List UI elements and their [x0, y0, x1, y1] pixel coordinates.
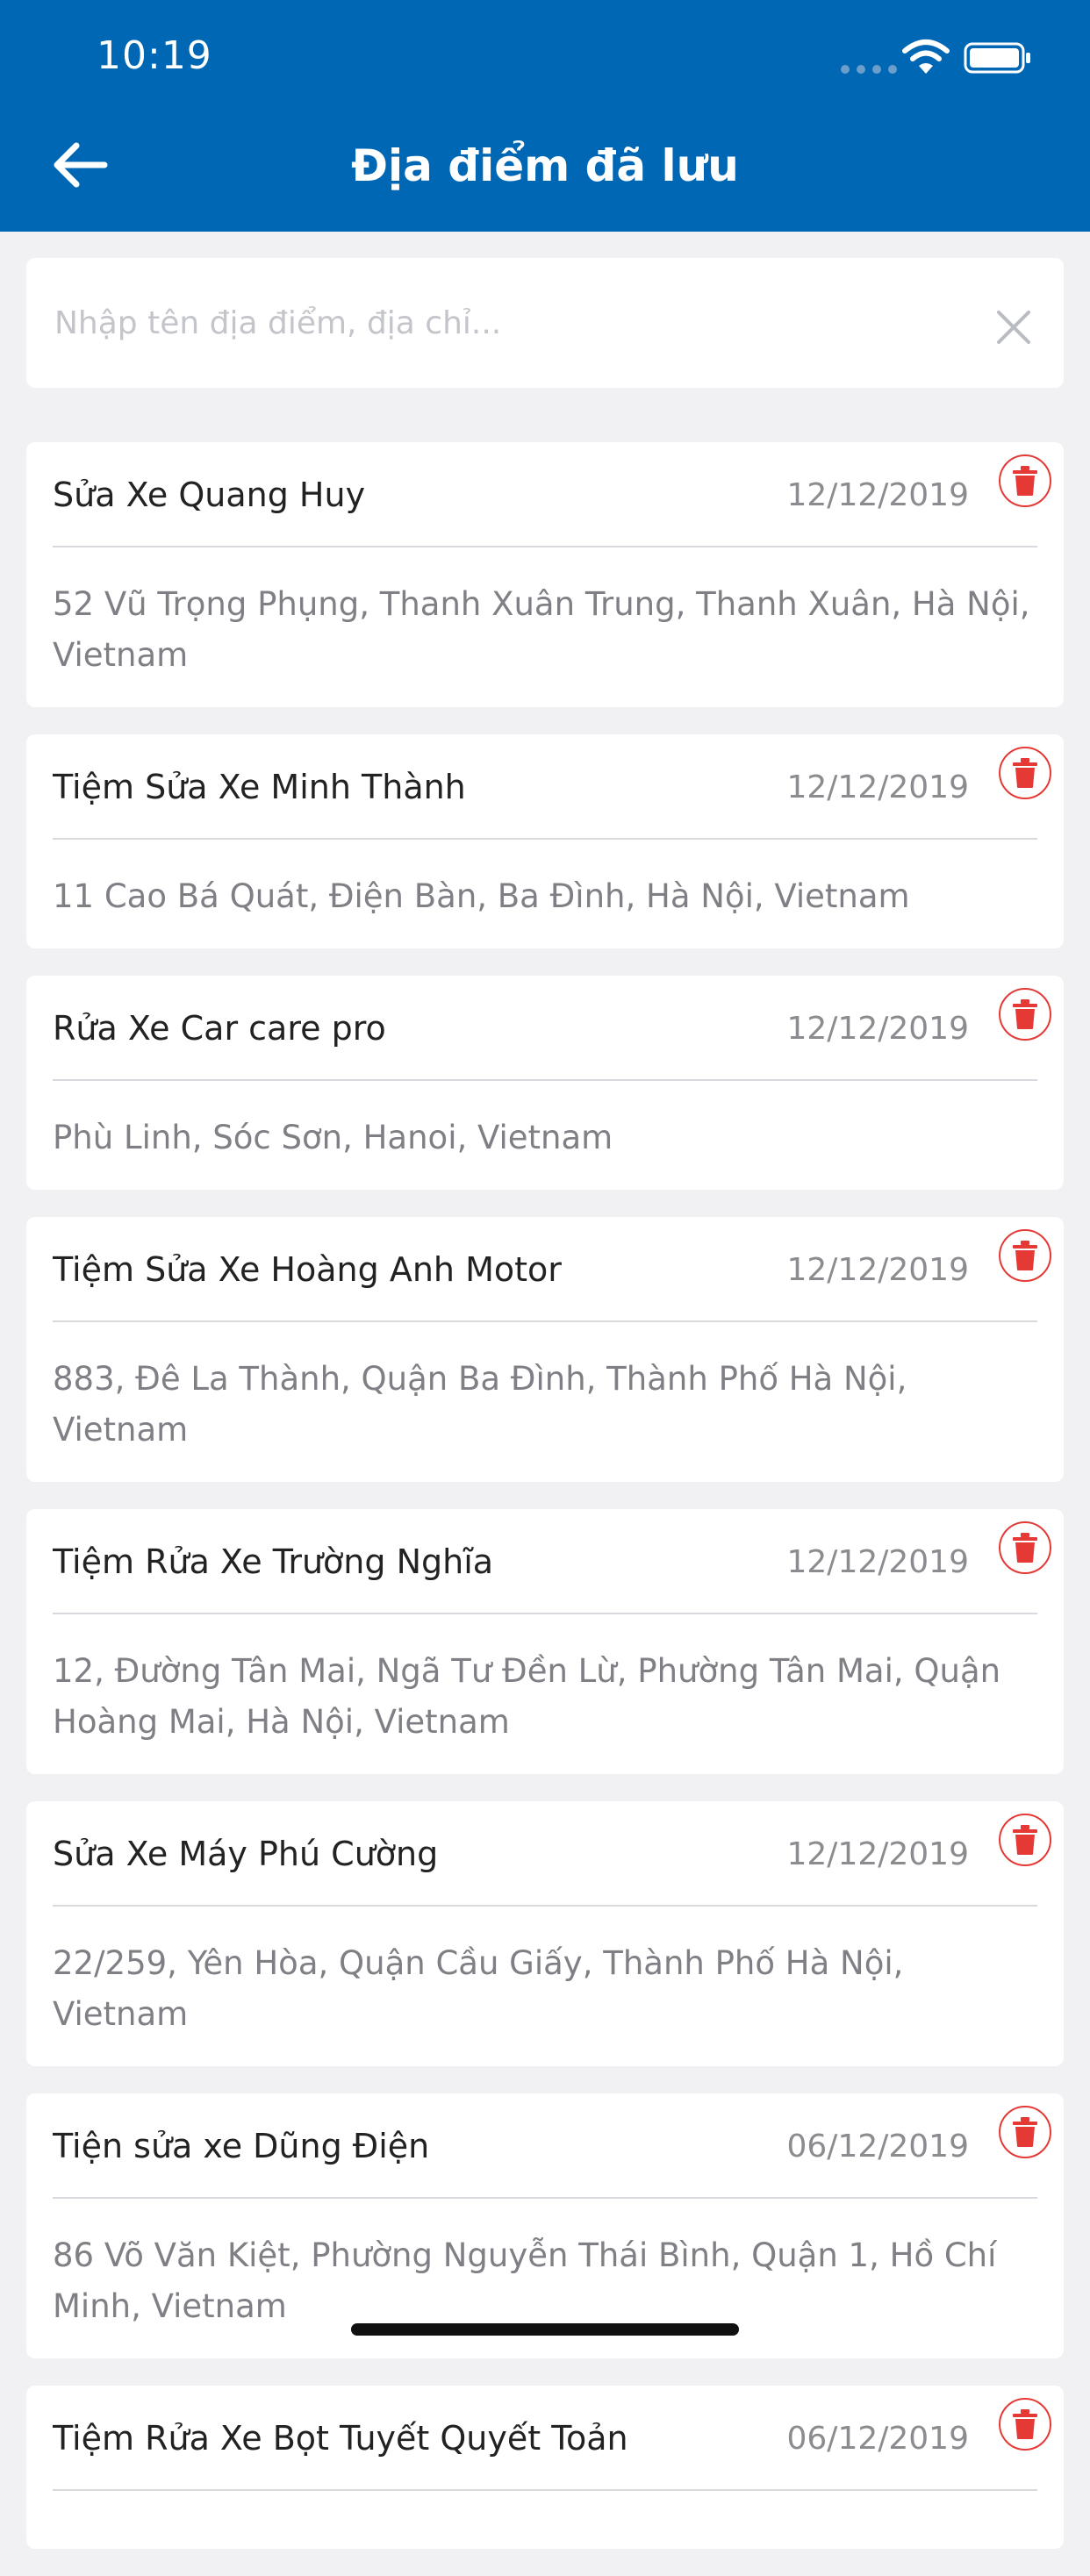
place-date: 12/12/2019	[786, 1011, 970, 1047]
place-address: 52 Vũ Trọng Phụng, Thanh Xuân Trung, Tha…	[53, 585, 1030, 674]
place-card[interactable]: Tiện sửa xe Dũng Điện 06/12/2019 86 Võ V…	[26, 2093, 1064, 2358]
place-address: 22/259, Yên Hòa, Quận Cầu Giấy, Thành Ph…	[53, 1944, 904, 2033]
place-date: 12/12/2019	[786, 769, 970, 805]
place-name: Tiệm Sửa Xe Minh Thành	[53, 768, 466, 806]
place-name: Tiện sửa xe Dũng Điện	[53, 2127, 430, 2165]
place-date: 12/12/2019	[786, 1836, 970, 1872]
place-date: 12/12/2019	[786, 1544, 970, 1580]
cellular-signal-icon	[841, 65, 897, 74]
delete-button[interactable]	[999, 1229, 1051, 1282]
place-address: 11 Cao Bá Quát, Điện Bàn, Ba Đình, Hà Nộ…	[53, 877, 910, 915]
trash-icon	[1013, 758, 1037, 788]
place-card[interactable]: Tiệm Sửa Xe Hoàng Anh Motor 12/12/2019 8…	[26, 1217, 1064, 1482]
search-box	[26, 258, 1064, 388]
place-address: 12, Đường Tân Mai, Ngã Tư Đền Lừ, Phường…	[53, 1652, 1001, 1741]
place-address	[26, 2491, 1064, 2549]
place-date: 06/12/2019	[786, 2421, 970, 2457]
place-date: 06/12/2019	[786, 2129, 970, 2165]
place-card[interactable]: Tiệm Rửa Xe Trường Nghĩa 12/12/2019 12, …	[26, 1509, 1064, 1774]
trash-icon	[1013, 466, 1037, 496]
place-name: Tiệm Sửa Xe Hoàng Anh Motor	[53, 1250, 562, 1289]
trash-icon	[1013, 1241, 1037, 1270]
trash-icon	[1013, 999, 1037, 1029]
place-name: Sửa Xe Quang Huy	[53, 476, 366, 514]
trash-icon	[1013, 1825, 1037, 1855]
trash-icon	[1013, 2409, 1037, 2439]
home-indicator	[351, 2323, 739, 2336]
clear-search-icon[interactable]	[993, 307, 1034, 347]
delete-button[interactable]	[999, 988, 1051, 1041]
delete-button[interactable]	[999, 1814, 1051, 1866]
page-title: Địa điểm đã lưu	[351, 140, 739, 191]
place-address: 883, Đê La Thành, Quận Ba Đình, Thành Ph…	[53, 1360, 907, 1449]
place-address: Phù Linh, Sóc Sơn, Hanoi, Vietnam	[53, 1119, 613, 1156]
battery-icon	[964, 42, 1030, 74]
place-card[interactable]: Tiệm Sửa Xe Minh Thành 12/12/2019 11 Cao…	[26, 734, 1064, 948]
saved-places-list: Sửa Xe Quang Huy 12/12/2019 52 Vũ Trọng …	[26, 442, 1064, 2576]
delete-button[interactable]	[999, 2106, 1051, 2158]
wifi-icon	[902, 39, 950, 74]
place-card[interactable]: Sửa Xe Quang Huy 12/12/2019 52 Vũ Trọng …	[26, 442, 1064, 707]
place-card[interactable]: Rửa Xe Car care pro 12/12/2019 Phù Linh,…	[26, 976, 1064, 1190]
place-name: Sửa Xe Máy Phú Cường	[53, 1835, 439, 1873]
place-name: Tiệm Rửa Xe Trường Nghĩa	[53, 1542, 494, 1581]
app-header: 10:19 Địa điểm đã lưu	[0, 0, 1090, 232]
place-name: Tiệm Rửa Xe Bọt Tuyết Quyết Toản	[53, 2419, 628, 2458]
place-date: 12/12/2019	[786, 477, 970, 513]
delete-button[interactable]	[999, 1521, 1051, 1574]
trash-icon	[1013, 2117, 1037, 2147]
place-date: 12/12/2019	[786, 1252, 970, 1288]
delete-button[interactable]	[999, 747, 1051, 799]
trash-icon	[1013, 1533, 1037, 1563]
search-input[interactable]	[46, 258, 976, 388]
delete-button[interactable]	[999, 454, 1051, 507]
status-time: 10:19	[97, 33, 212, 78]
place-card[interactable]: Sửa Xe Máy Phú Cường 12/12/2019 22/259, …	[26, 1801, 1064, 2066]
place-name: Rửa Xe Car care pro	[53, 1009, 386, 1048]
place-card[interactable]: Tiệm Rửa Xe Bọt Tuyết Quyết Toản 06/12/2…	[26, 2386, 1064, 2549]
delete-button[interactable]	[999, 2398, 1051, 2451]
